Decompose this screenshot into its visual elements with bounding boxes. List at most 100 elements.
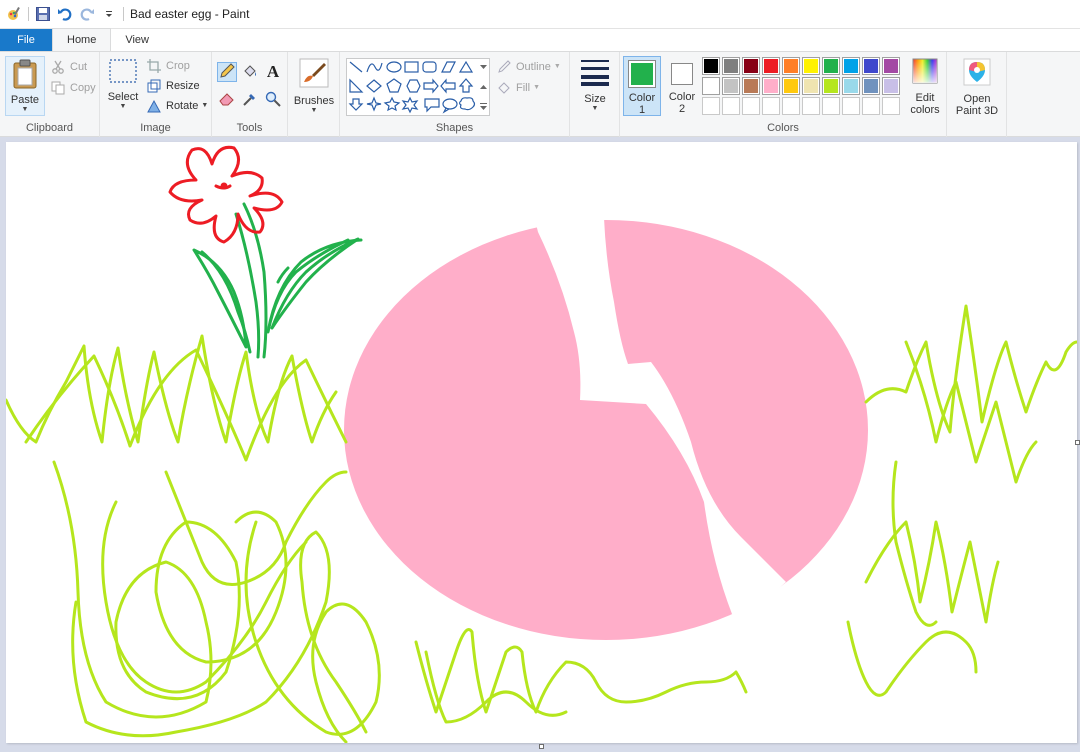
outline-dropdown[interactable]: Outline ▼ xyxy=(496,58,561,76)
palette-swatch-empty[interactable] xyxy=(702,97,720,115)
palette-swatch-empty[interactable] xyxy=(762,97,780,115)
color-picker-tool[interactable] xyxy=(240,90,260,110)
palette-swatch[interactable] xyxy=(782,77,800,95)
palette-swatch[interactable] xyxy=(762,57,780,75)
palette-swatch-empty[interactable] xyxy=(842,97,860,115)
select-rectangle-icon xyxy=(108,58,138,87)
canvas-resize-handle-right[interactable] xyxy=(1075,440,1080,445)
select-button[interactable]: Select ▼ xyxy=(105,58,141,111)
edit-colors-line1: Edit xyxy=(915,92,935,104)
tools-group-label: Tools xyxy=(236,122,263,134)
paint-app-icon[interactable] xyxy=(6,6,22,22)
palette-swatch-empty[interactable] xyxy=(742,97,760,115)
paste-button[interactable]: Paste ▼ xyxy=(5,56,45,116)
brush-icon xyxy=(299,58,329,91)
paint3d-line1: Open xyxy=(963,93,991,105)
cut-button[interactable]: Cut xyxy=(50,58,87,76)
tab-file[interactable]: File xyxy=(0,29,52,51)
chevron-down-icon: ▼ xyxy=(591,105,599,112)
clipboard-group: Paste ▼ Cut Copy Clipboard xyxy=(0,52,100,137)
window-title: Bad easter egg - Paint xyxy=(130,7,250,21)
crop-label: Crop xyxy=(166,60,190,72)
rotate-button[interactable]: Rotate ▼ xyxy=(146,97,208,115)
size-button[interactable]: Size ▼ xyxy=(575,58,615,113)
palette-swatch-empty[interactable] xyxy=(802,97,820,115)
palette-swatch[interactable] xyxy=(802,77,820,95)
palette-swatch-color xyxy=(844,59,858,73)
palette-swatch[interactable] xyxy=(862,77,880,95)
crop-button[interactable]: Crop xyxy=(146,57,190,75)
palette-swatch[interactable] xyxy=(802,57,820,75)
color2-label-line2: 2 xyxy=(678,103,686,115)
palette-swatch[interactable] xyxy=(882,57,900,75)
palette-swatch-color xyxy=(724,59,738,73)
line-size-icon xyxy=(579,58,611,89)
shapes-group-label: Shapes xyxy=(435,122,474,134)
shapes-gallery-icons[interactable] xyxy=(347,59,489,115)
fill-tool[interactable] xyxy=(240,62,260,82)
palette-swatch-color xyxy=(824,79,838,93)
palette-swatch-empty[interactable] xyxy=(782,97,800,115)
cut-label: Cut xyxy=(70,61,88,73)
palette-swatch[interactable] xyxy=(782,57,800,75)
clipboard-group-label: Clipboard xyxy=(25,122,74,134)
palette-swatch[interactable] xyxy=(822,57,840,75)
palette-swatch[interactable] xyxy=(762,77,780,95)
customize-toolbar-chevron-icon[interactable] xyxy=(101,6,117,22)
palette-swatch-empty[interactable] xyxy=(882,97,900,115)
color1-button[interactable]: Color 1 xyxy=(623,56,661,116)
quick-access-toolbar xyxy=(0,0,123,29)
palette-swatch-empty[interactable] xyxy=(822,97,840,115)
palette-swatch-empty[interactable] xyxy=(862,97,880,115)
pencil-tool[interactable] xyxy=(217,62,237,82)
paint-bucket-icon xyxy=(242,63,258,82)
chevron-down-icon: ▼ xyxy=(533,84,540,91)
palette-swatch[interactable] xyxy=(742,77,760,95)
brushes-label: Brushes xyxy=(293,95,335,107)
image-group: Select ▼ Crop Resize Rotate ▼ Image xyxy=(100,52,212,137)
drawing-canvas[interactable] xyxy=(6,142,1077,743)
palette-swatch-empty[interactable] xyxy=(722,97,740,115)
tab-view[interactable]: View xyxy=(111,29,163,51)
magnifier-tool[interactable] xyxy=(263,90,283,110)
brushes-button[interactable]: Brushes ▼ xyxy=(292,58,336,115)
save-icon[interactable] xyxy=(35,6,51,22)
open-paint3d-button[interactable]: Open Paint 3D xyxy=(952,58,1002,117)
color2-swatch xyxy=(671,63,693,85)
color1-label-line1: Color xyxy=(628,92,656,104)
palette-swatch-color xyxy=(744,59,758,73)
redo-icon[interactable] xyxy=(79,6,95,22)
palette-swatch-color xyxy=(864,59,878,73)
color2-button[interactable]: Color 2 xyxy=(663,56,701,116)
undo-icon[interactable] xyxy=(57,6,73,22)
canvas-resize-handle-bottom[interactable] xyxy=(539,744,544,749)
palette-swatch[interactable] xyxy=(722,57,740,75)
copy-button[interactable]: Copy xyxy=(50,79,96,97)
text-tool[interactable]: A xyxy=(263,62,283,82)
edit-colors-button[interactable]: Edit colors xyxy=(906,58,944,116)
eraser-tool[interactable] xyxy=(217,90,237,110)
palette-swatch[interactable] xyxy=(842,77,860,95)
tools-group: A Tools xyxy=(212,52,288,137)
resize-button[interactable]: Resize xyxy=(146,77,200,95)
palette-swatch-color xyxy=(764,79,778,93)
resize-icon xyxy=(146,78,162,94)
palette-swatch-color xyxy=(724,79,738,93)
palette-swatch[interactable] xyxy=(702,77,720,95)
tab-home[interactable]: Home xyxy=(52,28,112,51)
palette-swatch[interactable] xyxy=(882,77,900,95)
palette-swatch[interactable] xyxy=(822,77,840,95)
palette-swatch[interactable] xyxy=(842,57,860,75)
image-group-label: Image xyxy=(140,122,171,134)
palette-swatch[interactable] xyxy=(742,57,760,75)
palette-swatch[interactable] xyxy=(862,57,880,75)
flower xyxy=(168,145,363,359)
size-group: Size ▼ xyxy=(570,52,620,137)
rotate-label: Rotate xyxy=(166,100,199,112)
palette-swatch[interactable] xyxy=(722,77,740,95)
eraser-icon xyxy=(219,91,235,110)
fill-dropdown[interactable]: Fill ▼ xyxy=(496,79,540,97)
palette-swatch[interactable] xyxy=(702,57,720,75)
eyedropper-icon xyxy=(242,91,258,110)
clipboard-icon xyxy=(12,59,38,92)
